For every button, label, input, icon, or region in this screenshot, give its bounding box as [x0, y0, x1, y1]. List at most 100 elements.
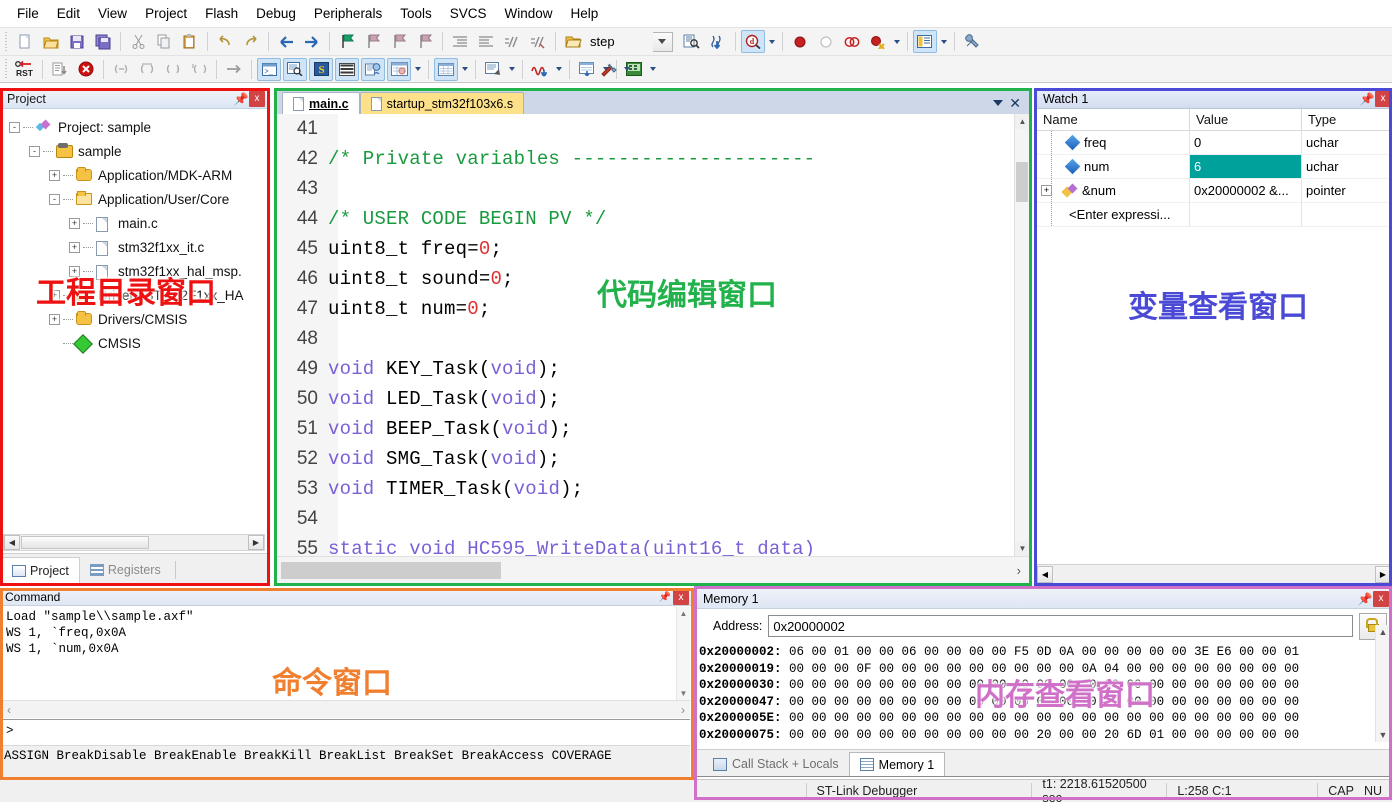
- tree-item-stm32f1xx-hal-msp[interactable]: + stm32f1xx_hal_msp.: [9, 259, 267, 283]
- close-icon[interactable]: ✕: [1009, 96, 1021, 110]
- expand-icon[interactable]: +: [69, 217, 80, 229]
- code-line[interactable]: 54: [276, 504, 1014, 534]
- disassembly-icon[interactable]: [283, 57, 307, 81]
- incremental-search-dropdown[interactable]: [766, 30, 778, 53]
- breakpoints-dropdown[interactable]: [891, 30, 903, 53]
- save-all-icon[interactable]: [91, 30, 115, 53]
- scroll-right-icon[interactable]: ▶: [248, 535, 264, 550]
- scroll-right-icon[interactable]: ›: [1017, 563, 1021, 578]
- tab-project[interactable]: Project: [1, 557, 80, 583]
- open-file-icon[interactable]: [39, 30, 63, 53]
- tree-item-drivers-cmsis[interactable]: + Drivers/CMSIS: [9, 307, 267, 331]
- menu-item-help[interactable]: Help: [562, 2, 608, 25]
- watch-rows[interactable]: freq 0 uchar num 6 uchar + &num 0x20000002 &... p…: [1037, 131, 1391, 227]
- pin-icon[interactable]: 📌: [1359, 91, 1375, 107]
- copy-icon[interactable]: [152, 30, 176, 53]
- code-line[interactable]: 47 uint8_t num=0;: [276, 294, 1014, 324]
- analysis-dropdown[interactable]: [553, 58, 565, 81]
- scroll-right-icon[interactable]: ›: [681, 703, 685, 717]
- menu-item-project[interactable]: Project: [136, 2, 196, 25]
- menu-item-file[interactable]: File: [8, 2, 48, 25]
- close-icon[interactable]: x: [673, 589, 689, 605]
- scroll-up-icon[interactable]: ▲: [1015, 114, 1029, 129]
- command-output-hscrollbar[interactable]: ‹ ›: [2, 700, 690, 718]
- redo-icon[interactable]: [239, 30, 263, 53]
- menu-item-tools[interactable]: Tools: [391, 2, 441, 25]
- expand-icon[interactable]: +: [69, 265, 80, 277]
- menu-item-flash[interactable]: Flash: [196, 2, 247, 25]
- uncomment-icon[interactable]: [526, 30, 550, 53]
- pin-icon[interactable]: 📌: [233, 91, 249, 107]
- command-output-vscrollbar[interactable]: ▲ ▼: [676, 607, 690, 700]
- address-input[interactable]: 0x20000002: [768, 615, 1353, 637]
- menu-item-debug[interactable]: Debug: [247, 2, 305, 25]
- code-line[interactable]: 45 uint8_t freq=0;: [276, 234, 1014, 264]
- expand-icon[interactable]: +: [49, 169, 60, 181]
- scroll-left-icon[interactable]: ‹: [7, 703, 11, 717]
- editor-body[interactable]: 41 42 /* Private variables ---------------…: [276, 114, 1029, 583]
- scroll-up-icon[interactable]: ▲: [677, 607, 690, 618]
- memory-window-dropdown[interactable]: [459, 58, 471, 81]
- project-tree-body[interactable]: - Project: sample - sample + Application/MDK-…: [1, 109, 267, 525]
- tab-call-stack-locals[interactable]: Call Stack + Locals: [703, 752, 849, 776]
- menu-item-peripherals[interactable]: Peripherals: [305, 2, 391, 25]
- scroll-thumb[interactable]: [21, 536, 149, 549]
- code-line[interactable]: 53 void TIMER_Task(void);: [276, 474, 1014, 504]
- scroll-thumb[interactable]: [281, 561, 501, 579]
- memory-rows[interactable]: 0x20000002: 06 00 01 00 00 06 00 00 00 0…: [699, 644, 1375, 742]
- collapse-icon[interactable]: -: [49, 193, 60, 205]
- watch-hscrollbar[interactable]: ◀ ▶: [1037, 564, 1391, 583]
- step-icon[interactable]: [109, 58, 133, 81]
- code-line[interactable]: 51 void BEEP_Task(void);: [276, 414, 1014, 444]
- editor-tab-main-c[interactable]: main.c: [282, 92, 360, 114]
- code-line[interactable]: 42 /* Private variables -----------------…: [276, 144, 1014, 174]
- watch-row-name[interactable]: <Enter expressi...: [1037, 203, 1190, 227]
- navigate-forward-icon[interactable]: [300, 30, 324, 53]
- toolbar-grip[interactable]: [3, 31, 10, 52]
- tree-item-cmsis[interactable]: CMSIS: [9, 331, 267, 355]
- command-window-icon[interactable]: >_: [257, 57, 281, 81]
- new-file-icon[interactable]: [13, 30, 37, 53]
- menu-item-view[interactable]: View: [89, 2, 136, 25]
- watch-row[interactable]: num 6 uchar: [1037, 155, 1391, 179]
- scroll-down-icon[interactable]: ▼: [677, 689, 690, 698]
- tree-item-application-mdk-arm[interactable]: + Application/MDK-ARM: [9, 163, 267, 187]
- show-next-statement-icon[interactable]: [222, 58, 246, 81]
- tree-item-application-user-core[interactable]: - Application/User/Core: [9, 187, 267, 211]
- tree-item-project-sample[interactable]: - Project: sample: [9, 115, 267, 139]
- command-output[interactable]: Load "sample\\sample.axf" WS 1, `freq,0x…: [2, 607, 690, 700]
- indent-icon[interactable]: [448, 30, 472, 53]
- tree-item-drivers-stm32f1xx-ha[interactable]: + Drivers/STM32F1xx_HA: [9, 283, 267, 307]
- watch-row-value[interactable]: 6: [1190, 155, 1302, 179]
- watch-row-name[interactable]: num: [1037, 155, 1190, 179]
- reset-icon[interactable]: RST: [13, 58, 37, 81]
- memory-vscrollbar[interactable]: ▲ ▼: [1375, 625, 1390, 742]
- insert-breakpoint-icon[interactable]: [788, 30, 812, 53]
- code-line[interactable]: 49 void KEY_Task(void);: [276, 354, 1014, 384]
- command-input[interactable]: >: [2, 719, 690, 745]
- watch-row-value[interactable]: [1190, 203, 1302, 227]
- incremental-find-icon[interactable]: [706, 30, 730, 53]
- code-line[interactable]: 44 /* USER CODE BEGIN PV */: [276, 204, 1014, 234]
- symbols-icon[interactable]: S: [309, 57, 333, 81]
- build-target-dropdown[interactable]: [652, 31, 673, 52]
- watch-window-dropdown[interactable]: [412, 58, 424, 81]
- tab-registers[interactable]: Registers: [79, 557, 171, 583]
- serial-window-icon[interactable]: [481, 58, 505, 81]
- toolbar-grip[interactable]: [3, 59, 10, 79]
- bookmark-clear-icon[interactable]: [413, 30, 437, 53]
- manage-windows-icon[interactable]: [912, 30, 937, 53]
- pin-icon[interactable]: 📌: [657, 589, 673, 605]
- bookmark-next-icon[interactable]: [387, 30, 411, 53]
- scroll-down-icon[interactable]: ▼: [1376, 730, 1390, 740]
- call-stack-icon[interactable]: [361, 57, 385, 81]
- watch-row-name[interactable]: freq: [1037, 131, 1190, 155]
- undo-icon[interactable]: [213, 30, 237, 53]
- bookmark-toggle-icon[interactable]: [335, 30, 359, 53]
- stop-icon[interactable]: [74, 58, 98, 81]
- navigate-back-icon[interactable]: [274, 30, 298, 53]
- tree-item-stm32f1xx-it-c[interactable]: + stm32f1xx_it.c: [9, 235, 267, 259]
- code-line[interactable]: 50 void LED_Task(void);: [276, 384, 1014, 414]
- disable-breakpoint-icon[interactable]: [814, 30, 838, 53]
- code-area[interactable]: 41 42 /* Private variables ---------------…: [276, 114, 1014, 556]
